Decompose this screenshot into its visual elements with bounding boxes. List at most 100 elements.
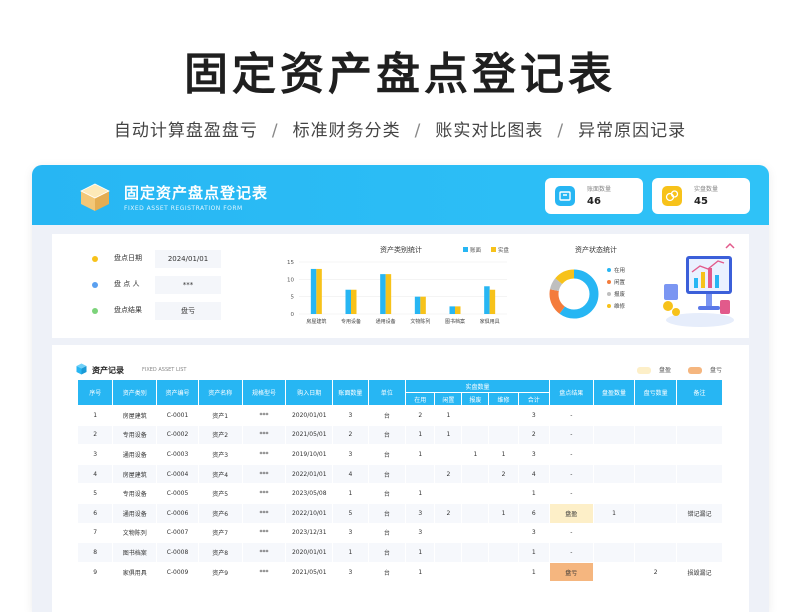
table-cell[interactable] — [434, 542, 463, 563]
table-cell[interactable]: C-0007 — [156, 522, 199, 544]
table-cell[interactable]: 2019/10/01 — [285, 444, 334, 465]
table-cell[interactable] — [634, 483, 677, 504]
table-cell[interactable]: 台 — [367, 424, 407, 446]
table-cell[interactable]: C-0008 — [156, 542, 199, 563]
table-cell[interactable]: 3 — [332, 405, 369, 426]
table-cell[interactable] — [634, 542, 677, 563]
table-cell[interactable] — [634, 424, 677, 446]
table-cell[interactable] — [461, 502, 490, 524]
table-cell[interactable]: 1 — [405, 483, 436, 504]
table-cell[interactable]: 1 — [76, 405, 114, 426]
table-cell[interactable]: 2 — [76, 424, 114, 446]
table-cell[interactable] — [634, 502, 677, 524]
table-cell[interactable]: 盘亏 — [548, 561, 594, 583]
table-cell[interactable] — [461, 542, 490, 563]
table-cell[interactable]: 3 — [405, 502, 436, 524]
table-cell[interactable]: C-0004 — [156, 463, 199, 485]
table-cell[interactable] — [488, 561, 519, 583]
table-cell[interactable] — [461, 424, 490, 446]
table-cell[interactable]: 房屋建筑 — [112, 405, 158, 426]
table-cell[interactable]: 4 — [76, 463, 114, 485]
table-cell[interactable]: 6 — [517, 502, 550, 524]
table-cell[interactable] — [676, 463, 723, 485]
table-cell[interactable] — [461, 522, 490, 544]
table-cell[interactable]: 错记漏记 — [676, 502, 723, 524]
table-cell[interactable] — [488, 424, 519, 446]
table-cell[interactable] — [434, 561, 463, 583]
table-cell[interactable]: 1 — [461, 444, 490, 465]
table-cell[interactable]: *** — [241, 405, 287, 426]
table-cell[interactable]: 2022/01/01 — [285, 463, 334, 485]
table-cell[interactable]: 台 — [367, 405, 407, 426]
table-cell[interactable]: - — [548, 444, 594, 465]
table-cell[interactable]: 资产3 — [197, 444, 243, 465]
table-cell[interactable]: C-0009 — [156, 561, 199, 583]
table-cell[interactable] — [634, 405, 677, 426]
table-cell[interactable] — [676, 483, 723, 504]
table-cell[interactable]: 专用设备 — [112, 424, 158, 446]
table-cell[interactable]: 2 — [434, 502, 463, 524]
table-cell[interactable]: 专用设备 — [112, 483, 158, 504]
table-cell[interactable]: 3 — [517, 405, 550, 426]
table-cell[interactable]: - — [548, 483, 594, 504]
table-cell[interactable] — [592, 542, 636, 563]
table-cell[interactable]: 1 — [405, 542, 436, 563]
table-cell[interactable]: 通用设备 — [112, 444, 158, 465]
table-cell[interactable]: C-0002 — [156, 424, 199, 446]
table-cell[interactable]: 资产7 — [197, 522, 243, 544]
table-cell[interactable]: *** — [241, 522, 287, 544]
table-cell[interactable]: 通用设备 — [112, 502, 158, 524]
table-row[interactable]: 9 家俱用具 C-0009 资产9 *** 2021/05/01 3 台 1 1 盘亏 2 损毁漏记 — [76, 561, 723, 583]
table-cell[interactable]: 资产6 — [197, 502, 243, 524]
table-cell[interactable]: 资产8 — [197, 542, 243, 563]
table-cell[interactable]: 3 — [332, 444, 369, 465]
table-cell[interactable]: 盘盈 — [548, 502, 594, 524]
table-cell[interactable]: - — [548, 542, 594, 563]
table-cell[interactable]: 2021/05/01 — [285, 561, 334, 583]
table-cell[interactable]: 1 — [488, 444, 519, 465]
table-cell[interactable]: 4 — [332, 463, 369, 485]
table-row[interactable]: 1 房屋建筑 C-0001 资产1 *** 2020/01/01 3 台 2 1 3- — [76, 405, 723, 426]
table-cell[interactable]: 文物陈列 — [112, 522, 158, 544]
table-cell[interactable]: 房屋建筑 — [112, 463, 158, 485]
table-cell[interactable] — [434, 483, 463, 504]
table-cell[interactable]: 1 — [488, 502, 519, 524]
table-cell[interactable]: 2 — [488, 463, 519, 485]
table-cell[interactable] — [676, 405, 723, 426]
table-cell[interactable]: 9 — [76, 561, 114, 583]
table-cell[interactable]: 2020/01/01 — [285, 405, 334, 426]
table-cell[interactable]: 3 — [332, 561, 369, 583]
table-row[interactable]: 4 房屋建筑 C-0004 资产4 *** 2022/01/01 4 台 2 2 4- — [76, 463, 723, 485]
table-cell[interactable]: 3 — [332, 522, 369, 544]
table-cell[interactable]: - — [548, 463, 594, 485]
table-cell[interactable] — [461, 561, 490, 583]
table-cell[interactable]: 2 — [332, 424, 369, 446]
table-cell[interactable]: - — [548, 424, 594, 446]
table-cell[interactable]: 2022/10/01 — [285, 502, 334, 524]
table-cell[interactable]: C-0003 — [156, 444, 199, 465]
table-cell[interactable] — [592, 463, 636, 485]
table-cell[interactable]: 2 — [434, 463, 463, 485]
table-row[interactable]: 7 文物陈列 C-0007 资产7 *** 2023/12/31 3 台 3 3- — [76, 522, 723, 544]
table-cell[interactable]: 2023/12/31 — [285, 522, 334, 544]
table-cell[interactable]: 3 — [517, 522, 550, 544]
table-row[interactable]: 2 专用设备 C-0002 资产2 *** 2021/05/01 2 台 1 1 2- — [76, 424, 723, 446]
table-cell[interactable]: 台 — [367, 522, 407, 544]
table-cell[interactable]: 5 — [332, 502, 369, 524]
table-cell[interactable] — [676, 424, 723, 446]
table-cell[interactable] — [634, 463, 677, 485]
table-cell[interactable]: 8 — [76, 542, 114, 563]
table-cell[interactable] — [405, 463, 436, 485]
table-cell[interactable]: 图书档案 — [112, 542, 158, 563]
table-cell[interactable]: 家俱用具 — [112, 561, 158, 583]
table-cell[interactable]: 1 — [517, 483, 550, 504]
table-cell[interactable]: 1 — [332, 483, 369, 504]
table-cell[interactable]: *** — [241, 561, 287, 583]
table-cell[interactable] — [461, 463, 490, 485]
table-cell[interactable] — [592, 424, 636, 446]
table-cell[interactable]: 资产4 — [197, 463, 243, 485]
table-cell[interactable]: 台 — [367, 502, 407, 524]
table-cell[interactable]: 台 — [367, 483, 407, 504]
table-cell[interactable]: 1 — [434, 405, 463, 426]
table-cell[interactable]: *** — [241, 444, 287, 465]
